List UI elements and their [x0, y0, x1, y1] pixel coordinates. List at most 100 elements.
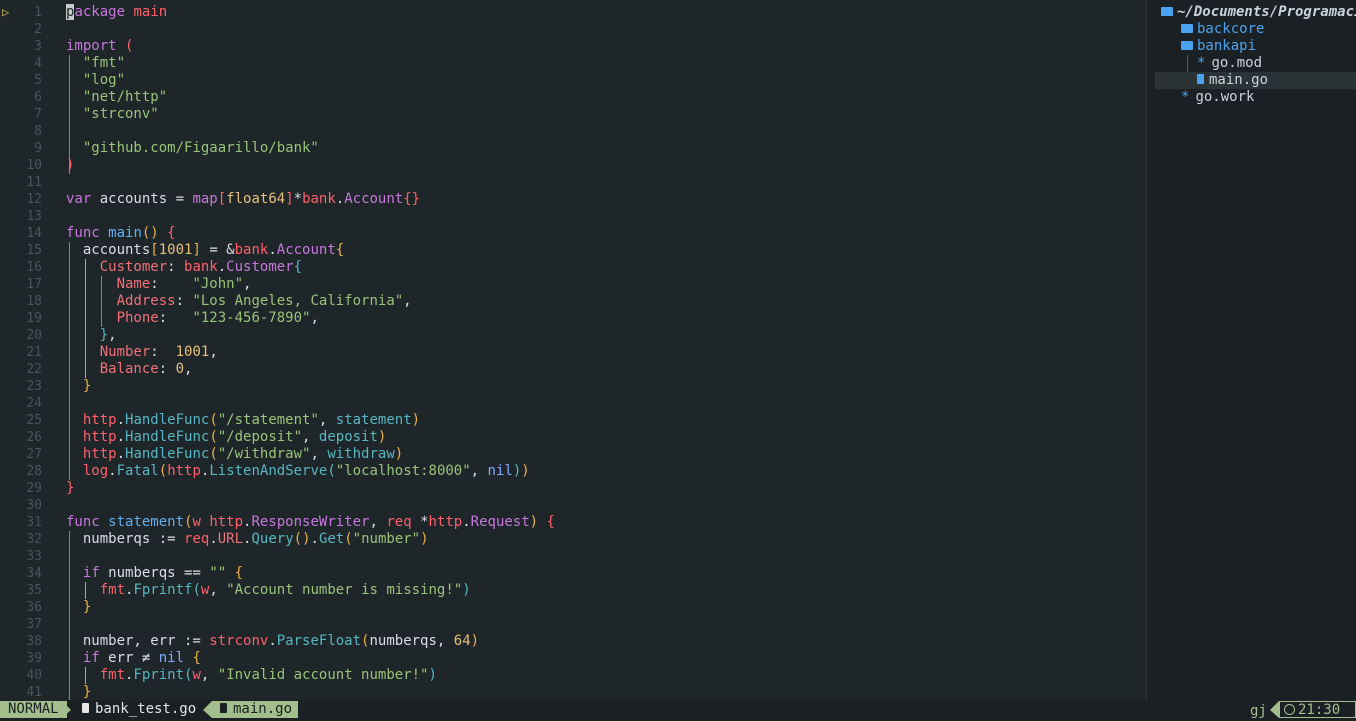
go-file-icon	[82, 703, 89, 713]
code-token: bank	[302, 191, 336, 207]
code-line[interactable]	[0, 497, 1146, 514]
code-editor[interactable]: 1 2 3 4 5 6 7 8 9 10 11 12 13 14 15 16 17 18 19 20 21 22 23 24 2…	[0, 0, 1146, 700]
code-line[interactable]: http.HandleFunc("/statement", statement)	[0, 412, 1146, 429]
tree-item-bankapi[interactable]: bankapi	[1181, 38, 1256, 55]
indent-guide	[85, 582, 86, 599]
code-token: Fprint	[133, 667, 185, 683]
git-branch: gj	[1250, 703, 1267, 719]
code-line[interactable]: }	[0, 480, 1146, 497]
buffer-tab-bank-test[interactable]: bank_test.go	[82, 701, 196, 718]
code-line[interactable]: fmt.Fprintf(w, "Account number is missin…	[0, 582, 1146, 599]
tree-item-go-mod[interactable]: * go.mod	[1197, 55, 1262, 72]
code-line[interactable]	[0, 395, 1146, 412]
code-text: Customer: bank.Customer{	[66, 259, 302, 276]
code-token: http	[82, 446, 117, 462]
code-token: .	[209, 531, 218, 547]
code-token: 64	[453, 633, 471, 649]
code-line[interactable]: http.HandleFunc("/withdraw", withdraw)	[0, 446, 1146, 463]
code-token: func	[66, 225, 109, 241]
code-line[interactable]	[0, 123, 1146, 140]
code-line[interactable]	[0, 548, 1146, 565]
code-text: "net/http"	[66, 89, 167, 106]
code-line[interactable]: accounts[1001] = &bank.Account{	[0, 242, 1146, 259]
tree-item-go-work[interactable]: * go.work	[1181, 89, 1254, 106]
code-token: 0	[175, 361, 185, 377]
code-token: statement	[335, 412, 412, 428]
code-line[interactable]: "github.com/Figaarillo/bank"	[0, 140, 1146, 157]
code-line[interactable]: if err ≠ nil {	[0, 650, 1146, 667]
buffer-tab-main-go[interactable]: main.go	[212, 701, 299, 718]
code-token: (	[344, 531, 353, 547]
code-token: fmt	[99, 582, 126, 598]
code-token: "/statement"	[217, 412, 319, 428]
code-token: {	[293, 259, 303, 275]
code-token: accounts =	[99, 191, 193, 207]
code-line[interactable]: package main	[0, 4, 1146, 21]
mode-separator	[62, 701, 71, 718]
code-line[interactable]: }	[0, 599, 1146, 616]
file-star-icon: *	[1197, 55, 1206, 71]
code-text: func main() {	[66, 225, 176, 242]
code-token: nil	[158, 650, 185, 666]
file-tree[interactable]: ~/Documents/Programaci backcore bankapi …	[1146, 0, 1356, 700]
code-line[interactable]: )	[0, 157, 1146, 174]
code-token: if	[82, 650, 109, 666]
code-line[interactable]: http.HandleFunc("/deposit", deposit)	[0, 429, 1146, 446]
indent-guide	[69, 242, 70, 480]
code-line[interactable]: numberqs := req.URL.Query().Get("number"…	[0, 531, 1146, 548]
code-line[interactable]: Name: "John",	[0, 276, 1146, 293]
code-line[interactable]: fmt.Fprint(w, "Invalid account number!")	[0, 667, 1146, 684]
code-line[interactable]: import (	[0, 38, 1146, 55]
code-line[interactable]: },	[0, 327, 1146, 344]
code-token: 1001	[175, 344, 210, 360]
code-line[interactable]	[0, 208, 1146, 225]
code-token: :	[158, 361, 176, 377]
code-line[interactable]: }	[0, 378, 1146, 395]
buffer-tab-label: bank_test.go	[95, 701, 197, 717]
code-line[interactable]: Balance: 0,	[0, 361, 1146, 378]
code-token: Phone	[116, 310, 159, 326]
code-line[interactable]: "log"	[0, 72, 1146, 89]
code-line[interactable]: Phone: "123-456-7890",	[0, 310, 1146, 327]
code-line[interactable]: "net/http"	[0, 89, 1146, 106]
code-token: ,	[302, 429, 319, 445]
code-line[interactable]: func main() {	[0, 225, 1146, 242]
tree-item-label: bankapi	[1197, 38, 1257, 54]
code-token: ]	[285, 191, 294, 207]
code-text: if err ≠ nil {	[66, 650, 201, 667]
code-line[interactable]: Customer: bank.Customer{	[0, 259, 1146, 276]
code-token: .	[268, 633, 277, 649]
code-line[interactable]: Number: 1001,	[0, 344, 1146, 361]
code-line[interactable]: "fmt"	[0, 55, 1146, 72]
code-line[interactable]	[0, 174, 1146, 191]
code-line[interactable]	[0, 616, 1146, 633]
code-token: )	[521, 463, 530, 479]
code-token: :	[150, 276, 193, 292]
code-line[interactable]: }	[0, 684, 1146, 700]
code-token: strconv	[209, 633, 269, 649]
code-line[interactable]: Address: "Los Angeles, California",	[0, 293, 1146, 310]
code-line[interactable]	[0, 21, 1146, 38]
code-token: numberqs ==	[108, 565, 210, 581]
code-token: {	[167, 225, 176, 241]
tree-item-main-go[interactable]: main.go	[1155, 72, 1356, 89]
code-token: :	[150, 344, 176, 360]
code-line[interactable]: var accounts = map[float64]*bank.Account…	[0, 191, 1146, 208]
code-token: ackage	[74, 4, 134, 20]
code-token: *	[420, 514, 429, 530]
code-line[interactable]: if numberqs == "" {	[0, 565, 1146, 582]
code-line[interactable]: log.Fatal(http.ListenAndServe("localhost…	[0, 463, 1146, 480]
code-text: fmt.Fprintf(w, "Account number is missin…	[66, 582, 471, 599]
code-line[interactable]: "strconv"	[0, 106, 1146, 123]
code-line[interactable]: func statement(w http.ResponseWriter, re…	[0, 514, 1146, 531]
tree-item-backcore[interactable]: backcore	[1181, 21, 1264, 38]
code-token: }	[82, 378, 92, 394]
code-token: Fatal	[116, 463, 159, 479]
tree-root[interactable]: ~/Documents/Programaci	[1161, 4, 1356, 21]
code-token: number, err :=	[66, 633, 210, 649]
code-line[interactable]: number, err := strconv.ParseFloat(number…	[0, 633, 1146, 650]
